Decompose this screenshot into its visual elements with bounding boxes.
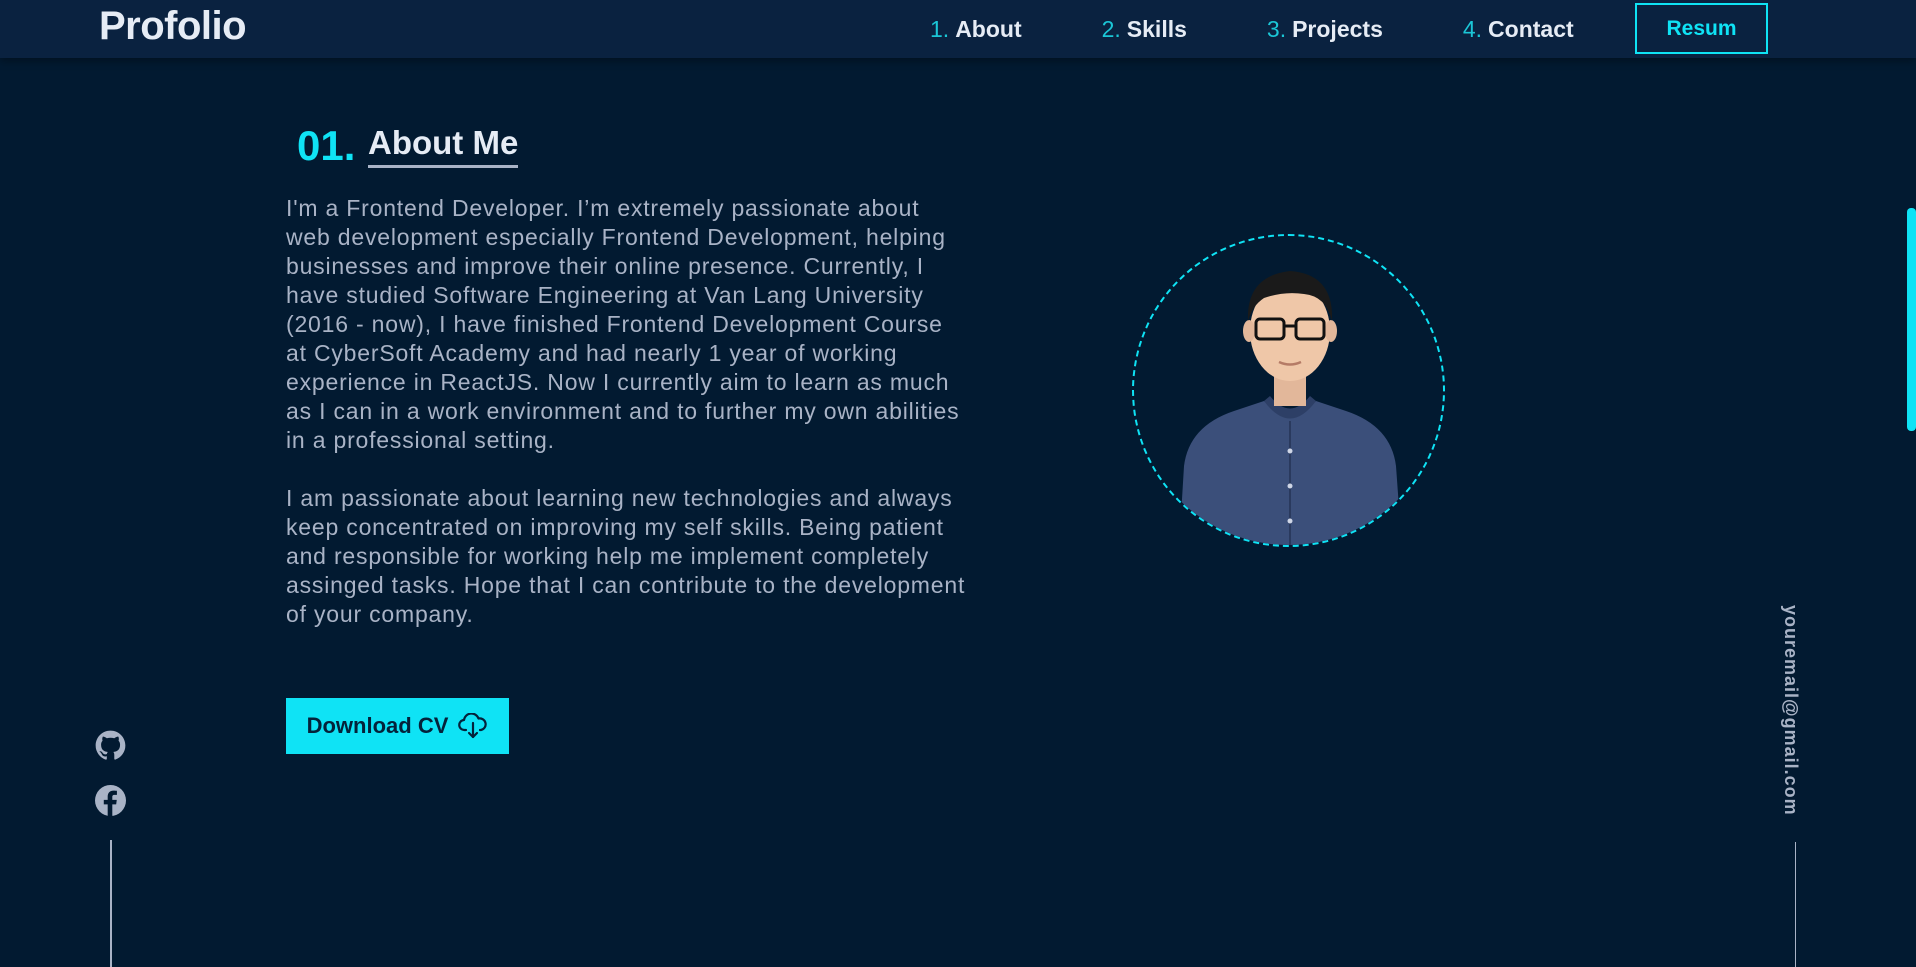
avatar [1132,234,1445,547]
nav-item-about[interactable]: 1. About [930,16,1022,43]
nav-item-projects[interactable]: 3. Projects [1267,16,1383,43]
logo[interactable]: Profolio [99,4,247,49]
download-cv-label: Download CV [306,713,449,738]
scrollbar-track[interactable] [1906,58,1916,967]
nav-item-skills[interactable]: 2. Skills [1102,16,1187,43]
nav-item-contact[interactable]: 4. Contact [1463,16,1574,43]
nav-item-label: Projects [1292,15,1383,42]
section-number: 01. [297,122,356,169]
resume-button[interactable]: Resum [1635,3,1768,54]
download-cv-button[interactable]: Download CV [286,698,509,754]
nav-item-label: Contact [1488,15,1574,42]
right-divider-line [1795,842,1796,967]
scrollbar-thumb[interactable] [1907,208,1916,431]
cloud-download-icon [458,713,488,739]
about-paragraph: I'm a Frontend Developer. I’m extremely … [286,195,960,453]
navbar: Profolio 1. About 2. Skills 3. Projects 4. C… [0,0,1916,58]
nav-item-number: 1. [930,15,950,42]
about-paragraph: I am passionate about learning new techn… [286,485,966,627]
nav-item-label: Skills [1126,15,1187,42]
email-link[interactable]: youremail@gmail.com [1780,605,1801,816]
section-title: About Me [368,124,519,168]
github-icon[interactable] [95,730,126,761]
nav-links: 1. About 2. Skills 3. Projects 4. Contact [930,0,1654,58]
left-divider-line [110,840,112,967]
portrait-image [1179,271,1402,545]
nav-item-number: 3. [1266,15,1287,42]
nav-item-number: 4. [1462,15,1483,42]
nav-item-number: 2. [1101,15,1121,42]
about-description: I'm a Frontend Developer. I’m extremely … [286,194,966,658]
facebook-icon[interactable] [95,785,126,816]
nav-item-label: About [955,15,1022,42]
